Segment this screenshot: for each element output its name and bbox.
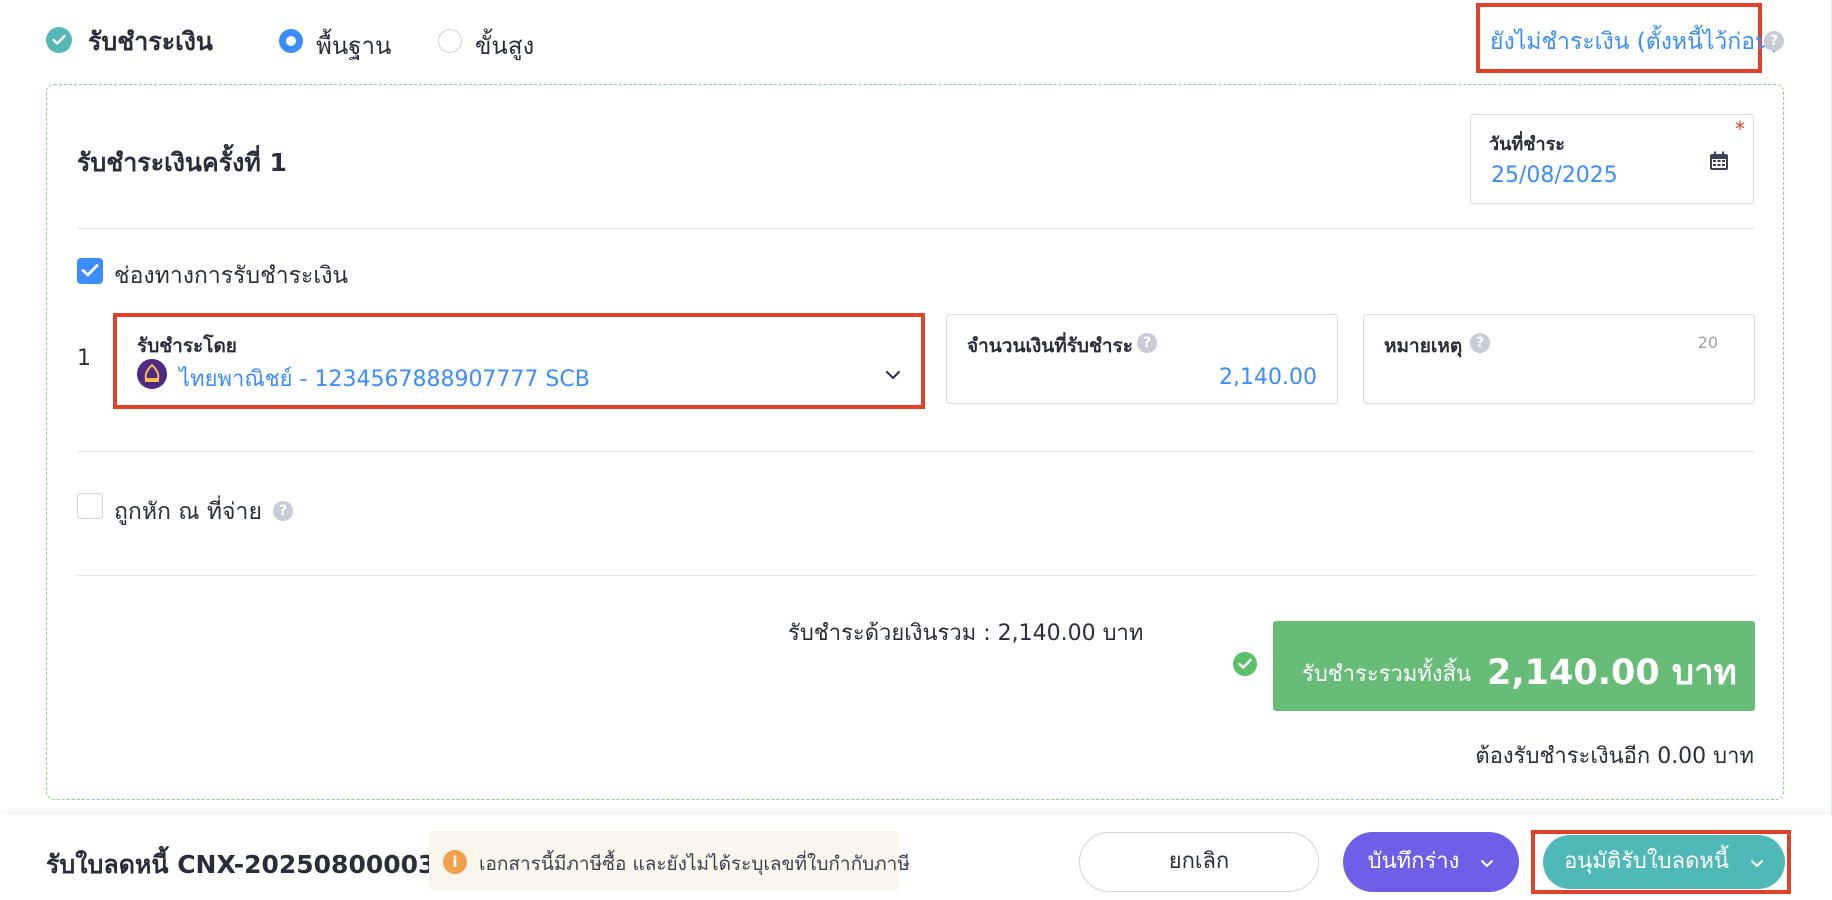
help-icon[interactable]: ? — [1470, 333, 1490, 353]
approve-button-label: อนุมัติรับใบลดหนี้ — [1564, 849, 1729, 874]
section-title: รับชำระเงิน — [88, 27, 213, 56]
radio-advanced[interactable] — [438, 29, 462, 53]
section-check-icon — [46, 27, 72, 53]
payment-page: รับชำระเงิน พื้นฐาน ขั้นสูง ยังไม่ชำระเง… — [0, 0, 1832, 900]
radio-basic[interactable] — [279, 29, 303, 53]
payment-channel-label[interactable]: ช่องทางการรับชำระเงิน — [114, 258, 348, 294]
radio-basic-label[interactable]: พื้นฐาน — [316, 26, 391, 65]
success-check-icon — [1233, 652, 1257, 676]
chevron-down-icon[interactable] — [1480, 832, 1494, 892]
cancel-button-label: ยกเลิก — [1168, 849, 1230, 874]
tax-warning-banner: i เอกสารนี้มีภาษีซื้อ และยังไม่ได้ระบุเล… — [429, 831, 910, 891]
row-number: 1 — [77, 346, 91, 371]
help-icon[interactable]: ? — [1137, 333, 1157, 353]
total-summary-box: รับชำระรวมทั้งสิ้น 2,140.00 บาท — [1273, 621, 1755, 711]
info-icon: i — [443, 850, 467, 874]
payment-round-title: รับชำระเงินครั้งที่ 1 — [77, 148, 287, 177]
sum-paid-line: รับชำระด้วยเงินรวม : 2,140.00 บาท — [788, 621, 1144, 646]
save-draft-label: บันทึกร่าง — [1367, 849, 1460, 874]
help-icon[interactable]: ? — [273, 501, 293, 521]
radio-advanced-label[interactable]: ขั้นสูง — [475, 26, 534, 65]
total-value: 2,140.00 บาท — [1487, 653, 1737, 693]
unpaid-link[interactable]: ยังไม่ชำระเงิน (ตั้งหนี้ไว้ก่อน) — [1490, 24, 1780, 60]
approve-button[interactable]: อนุมัติรับใบลดหนี้ — [1543, 835, 1785, 889]
note-field[interactable]: หมายเหตุ ? 20 — [1363, 314, 1755, 404]
withholding-tax-checkbox[interactable] — [77, 493, 103, 519]
payment-date-label: วันที่ชำระ — [1489, 134, 1565, 155]
note-label: หมายเหตุ — [1384, 335, 1463, 357]
help-icon[interactable]: ? — [1764, 31, 1784, 51]
required-marker: * — [1735, 117, 1745, 141]
amount-value[interactable]: 2,140.00 — [1219, 365, 1317, 390]
payment-date-value[interactable]: 25/08/2025 — [1491, 163, 1618, 188]
divider — [77, 228, 1755, 229]
document-title: รับใบลดหนี้ CNX-20250800003 — [46, 850, 436, 879]
calendar-icon[interactable] — [1709, 151, 1729, 175]
withholding-tax-label[interactable]: ถูกหัก ณ ที่จ่าย — [114, 494, 262, 530]
save-draft-button[interactable]: บันทึกร่าง — [1343, 832, 1519, 892]
divider — [77, 575, 1755, 576]
note-char-counter: 20 — [1697, 333, 1718, 352]
remaining-amount: ต้องรับชำระเงินอีก 0.00 บาท — [1475, 744, 1754, 769]
chevron-down-icon[interactable] — [1750, 835, 1764, 889]
cancel-button[interactable]: ยกเลิก — [1079, 832, 1319, 892]
tax-warning-text: เอกสารนี้มีภาษีซื้อ และยังไม่ได้ระบุเลขท… — [479, 853, 910, 875]
amount-field[interactable]: จำนวนเงินที่รับชำระ ? 2,140.00 — [946, 314, 1338, 404]
amount-label: จำนวนเงินที่รับชำระ — [967, 335, 1133, 357]
payment-channel-checkbox[interactable] — [77, 258, 103, 284]
total-label: รับชำระรวมทั้งสิ้น — [1302, 662, 1472, 687]
payment-date-field[interactable]: วันที่ชำระ * 25/08/2025 — [1470, 114, 1754, 204]
divider — [77, 451, 1755, 452]
highlight-paid-by — [113, 313, 925, 409]
